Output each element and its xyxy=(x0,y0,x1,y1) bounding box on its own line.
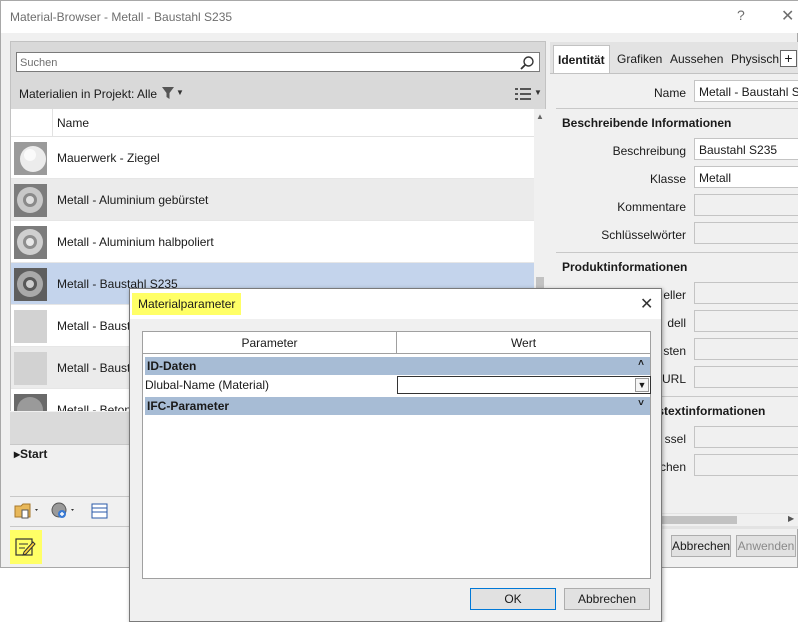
material-name: Metall - Baust xyxy=(57,361,131,375)
library-folder-icon[interactable] xyxy=(14,501,42,521)
grid-header: Parameter Wert xyxy=(143,332,650,354)
tab-aussehen[interactable]: Aussehen xyxy=(666,45,727,73)
library-start-node[interactable]: ▸Start xyxy=(14,447,47,461)
parameter-column-header[interactable]: Parameter xyxy=(143,332,396,354)
klasse-label: Klasse xyxy=(649,172,686,186)
abbrechen-button[interactable]: Abbrechen xyxy=(671,535,731,557)
kommentare-field[interactable] xyxy=(694,194,798,216)
group-label: ID-Daten xyxy=(147,359,197,373)
scroll-right-icon[interactable]: ▶ xyxy=(788,514,794,523)
name-field[interactable]: Metall - Baustahl S235 xyxy=(694,80,798,102)
expand-icon[interactable]: ˅ xyxy=(638,398,644,409)
section-product: Produktinformationen xyxy=(562,260,688,274)
value-column-header[interactable]: Wert xyxy=(397,332,650,354)
schluesselwoerter-field[interactable] xyxy=(694,222,798,244)
schluesselwoerter-label: Schlüsselwörter xyxy=(601,228,686,242)
scroll-up-icon[interactable]: ▲ xyxy=(536,112,544,121)
library-start-label: Start xyxy=(20,447,48,461)
material-name: Metall - Aluminium halbpoliert xyxy=(57,235,214,249)
material-name: Metall - Aluminium gebürstet xyxy=(57,193,209,207)
tab-aussehen-label: Aussehen xyxy=(670,52,724,66)
window-titlebar: Material-Browser - Metall - Baustahl S23… xyxy=(1,1,798,33)
material-editor-icon[interactable] xyxy=(90,501,110,521)
search-box xyxy=(16,52,540,72)
beschreibung-label: Beschreibung xyxy=(612,144,686,158)
parameter-row: Dlubal-Name (Material) ▼ xyxy=(145,376,651,394)
filter-label[interactable]: Materialien in Projekt: Alle xyxy=(19,87,157,101)
hersteller-field[interactable] xyxy=(694,282,798,304)
group-id-daten[interactable]: ID-Daten ˄ xyxy=(145,357,650,375)
material-thumbnail xyxy=(14,268,47,301)
thumbnail-column-divider xyxy=(52,109,53,137)
material-thumbnail xyxy=(14,184,47,217)
material-thumbnail xyxy=(14,352,47,385)
group-label: IFC-Parameter xyxy=(147,399,230,413)
url-field[interactable] xyxy=(694,366,798,388)
collapse-icon[interactable]: ˄ xyxy=(638,358,644,369)
dialog-close-button[interactable]: ✕ xyxy=(640,294,653,314)
tab-physisch[interactable]: Physisch xyxy=(727,45,783,73)
anwenden-button[interactable]: Anwenden xyxy=(736,535,796,557)
tab-identitaet-label: Identität xyxy=(558,53,605,67)
list-header: Name xyxy=(11,109,534,137)
dialog-titlebar: Materialparameter ✕ xyxy=(130,289,661,319)
parameter-grid: Parameter Wert ID-Daten ˄ Dlubal-Name (M… xyxy=(142,331,651,579)
group-ifc-parameter[interactable]: IFC-Parameter ˅ xyxy=(145,397,650,415)
section-descriptive: Beschreibende Informationen xyxy=(562,116,732,130)
window-title: Material-Browser - Metall - Baustahl S23… xyxy=(10,10,233,24)
add-material-icon[interactable] xyxy=(50,501,78,521)
material-thumbnail xyxy=(14,226,47,259)
material-thumbnail xyxy=(14,310,47,343)
parameter-name: Dlubal-Name (Material) xyxy=(145,378,270,392)
tab-identitaet[interactable]: Identität xyxy=(553,45,610,73)
material-name: Mauerwerk - Ziegel xyxy=(57,151,160,165)
dialog-title: Materialparameter xyxy=(132,293,242,315)
material-parameter-button[interactable] xyxy=(10,530,42,564)
name-column-header[interactable]: Name xyxy=(57,116,89,130)
filter-dropdown-icon[interactable]: ▼ xyxy=(176,88,184,97)
funnel-icon[interactable] xyxy=(161,86,175,100)
beschreibung-field[interactable]: Baustahl S235 xyxy=(694,138,798,160)
search-input[interactable] xyxy=(20,56,510,70)
view-dropdown-icon[interactable]: ▼ xyxy=(534,88,542,97)
section-divider xyxy=(556,108,798,109)
section-divider xyxy=(556,252,798,253)
list-item[interactable]: Metall - Aluminium halbpoliert xyxy=(11,221,534,263)
search-icon[interactable] xyxy=(519,55,535,71)
list-item[interactable]: Metall - Aluminium gebürstet xyxy=(11,179,534,221)
kosten-field[interactable] xyxy=(694,338,798,360)
material-thumbnail xyxy=(14,142,47,175)
edit-parameters-icon xyxy=(15,538,36,556)
add-tab-button[interactable]: + xyxy=(780,50,797,67)
zeichen-field[interactable] xyxy=(694,454,798,476)
kommentare-label: Kommentare xyxy=(617,200,686,214)
parameter-value-dropdown[interactable]: ▼ xyxy=(397,376,651,394)
modell-field[interactable] xyxy=(694,310,798,332)
filter-bar: Materialien in Projekt: Alle ▼ ▼ xyxy=(11,82,545,108)
help-button[interactable]: ? xyxy=(737,7,745,23)
materialparameter-dialog: Materialparameter ✕ Parameter Wert ID-Da… xyxy=(129,288,662,622)
material-thumbnail xyxy=(14,394,47,411)
dialog-cancel-button[interactable]: Abbrechen xyxy=(564,588,650,610)
klasse-field[interactable]: Metall xyxy=(694,166,798,188)
name-label: Name xyxy=(653,86,686,100)
chevron-down-icon[interactable]: ▼ xyxy=(635,378,649,392)
tab-grafiken[interactable]: Grafiken xyxy=(613,45,666,73)
ok-button[interactable]: OK xyxy=(470,588,556,610)
list-view-icon[interactable] xyxy=(514,86,532,102)
tab-physisch-label: Physisch xyxy=(731,52,780,66)
material-name: Metall - Baust xyxy=(57,319,131,333)
tab-grafiken-label: Grafiken xyxy=(617,52,663,66)
schluessel-field[interactable] xyxy=(694,426,798,448)
material-name: Metall - Beton xyxy=(57,403,132,411)
window-close-button[interactable]: ✕ xyxy=(781,6,794,26)
list-item[interactable]: Mauerwerk - Ziegel xyxy=(11,137,534,179)
section-annotation: gstextinformationen xyxy=(650,404,766,418)
